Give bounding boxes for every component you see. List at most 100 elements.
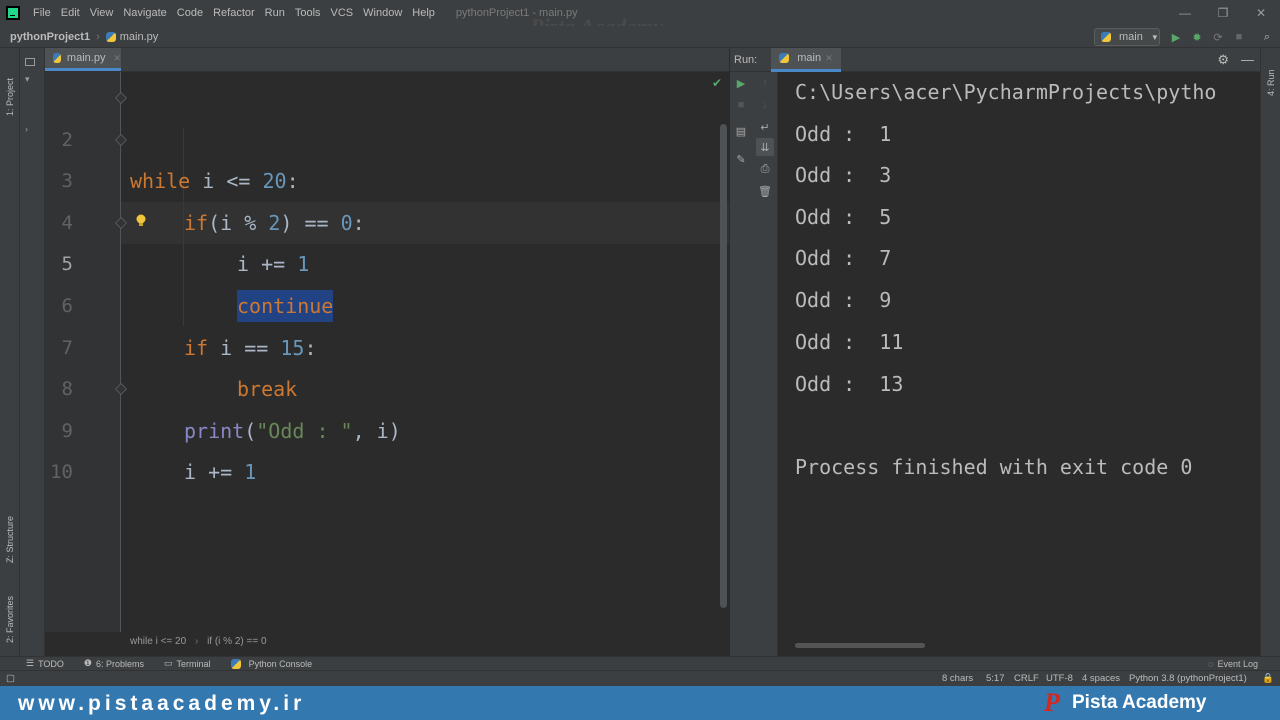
menu-file[interactable]: File: [28, 7, 56, 19]
gear-icon[interactable]: ⚙: [1217, 52, 1229, 68]
menu-navigate[interactable]: Navigate: [118, 7, 171, 19]
minimize-panel-icon[interactable]: —: [1241, 52, 1254, 67]
arrow-up-icon[interactable]: ↑: [756, 74, 774, 92]
soft-wrap-icon[interactable]: ↵: [756, 118, 774, 136]
print-icon[interactable]: ⎙: [756, 160, 774, 178]
code-line: 4 i += 1: [45, 161, 729, 277]
debug-icon[interactable]: ✹: [1188, 28, 1206, 46]
pin-icon[interactable]: ✎: [732, 150, 750, 168]
python-console-tab[interactable]: Python Console: [230, 658, 313, 669]
inspection-ok-icon[interactable]: ✔: [712, 76, 722, 90]
run-toolbar: ▶ ↑ ■ ↓ ▤ ↵ ⇊ ✎ ⎙ 🗑: [730, 72, 778, 656]
event-log-icon: ◌: [1208, 658, 1214, 669]
lock-icon[interactable]: 🔒: [1262, 673, 1274, 684]
todo-tab-label: TODO: [38, 658, 64, 669]
console-line: Process finished with exit code 0: [795, 455, 1193, 479]
list-icon: ☰: [26, 658, 35, 668]
caret-position[interactable]: 5:17: [986, 673, 1005, 684]
run-console-output[interactable]: C:\Users\acer\PycharmProjects\pytho Odd …: [778, 72, 1260, 656]
python-interpreter[interactable]: Python 3.8 (pythonProject1): [1129, 673, 1247, 684]
brand-logo-icon: P: [1044, 688, 1060, 717]
console-line: Odd : 5: [795, 205, 892, 229]
layout-icon[interactable]: ▤: [732, 122, 750, 140]
python-icon: [230, 658, 241, 669]
close-tab-icon[interactable]: ✕: [825, 53, 833, 64]
tab-main-py[interactable]: main.py ✕: [45, 48, 121, 71]
menu-run[interactable]: Run: [260, 7, 290, 19]
rerun-icon[interactable]: ▶: [732, 74, 750, 92]
code-line: 5 continue: [45, 203, 729, 322]
menu-view[interactable]: View: [85, 7, 119, 19]
code-line: 2 while i <= 20:: [45, 78, 729, 194]
menu-window[interactable]: Window: [358, 7, 407, 19]
code-text: i += 1: [184, 452, 256, 494]
editor-scrollbar[interactable]: [720, 124, 727, 608]
menu-vcs[interactable]: VCS: [326, 7, 359, 19]
breadcrumb-item[interactable]: if (i % 2) == 0: [207, 636, 266, 647]
console-horizontal-scrollbar[interactable]: [795, 643, 925, 648]
code-editor[interactable]: 2 while i <= 20: 3 if(i % 2) == 0: 4 i +…: [45, 72, 729, 632]
terminal-tab-label: Terminal: [176, 658, 211, 669]
stop-icon[interactable]: ■: [1230, 28, 1248, 46]
menu-tools[interactable]: Tools: [290, 7, 326, 19]
run-tool-tab[interactable]: 4: Run: [1266, 56, 1276, 96]
python-console-tab-label: Python Console: [248, 658, 313, 669]
console-line: Odd : 13: [795, 372, 904, 396]
minimize-button[interactable]: —: [1166, 0, 1204, 26]
menu-code[interactable]: Code: [172, 7, 208, 19]
event-log-label: Event Log: [1217, 658, 1258, 669]
favorites-tool-tab[interactable]: 2: Favorites: [5, 583, 15, 643]
code-line: 3 if(i % 2) == 0:: [45, 120, 729, 235]
run-label: Run:: [734, 53, 758, 66]
menu-help[interactable]: Help: [407, 7, 440, 19]
panel-toggle-icon[interactable]: ▢: [6, 673, 15, 684]
project-tool-tab[interactable]: 1: Project: [5, 56, 15, 116]
selection-count: 8 chars: [942, 673, 974, 684]
arrow-down-icon[interactable]: ↓: [756, 96, 774, 114]
console-line: C:\Users\acer\PycharmProjects\pytho: [795, 80, 1217, 104]
code-token: 1: [244, 460, 257, 485]
coverage-icon[interactable]: ⟳: [1209, 28, 1227, 46]
terminal-tab[interactable]: ▭ Terminal: [164, 658, 211, 669]
stop-icon[interactable]: ■: [732, 96, 750, 114]
file-encoding[interactable]: UTF-8: [1046, 673, 1073, 684]
run-panel-header: Run: main ✕ ⚙ —: [730, 47, 1280, 72]
menu-edit[interactable]: Edit: [56, 7, 85, 19]
chevron-right-icon: ›: [96, 30, 100, 43]
lightbulb-icon[interactable]: [135, 214, 147, 228]
run-config-label: main: [1119, 31, 1143, 43]
menu-refactor[interactable]: Refactor: [208, 7, 260, 19]
python-icon: [1101, 32, 1111, 42]
run-config-select[interactable]: main ▼: [1094, 28, 1160, 46]
run-icon[interactable]: ▶: [1167, 28, 1185, 46]
breadcrumb-item[interactable]: while i <= 20: [130, 636, 186, 647]
trash-icon[interactable]: 🗑: [756, 182, 774, 200]
problems-tab[interactable]: ❶ 6: Problems: [84, 658, 144, 669]
watermark-banner: www.pistaacademy.ir P Pista Academy: [0, 686, 1280, 720]
code-token: i +=: [184, 460, 245, 485]
expand-icon[interactable]: ▾: [25, 74, 30, 85]
structure-tool-tab[interactable]: Z: Structure: [5, 503, 15, 563]
indent-setting[interactable]: 4 spaces: [1082, 673, 1120, 684]
chevron-right-icon[interactable]: ›: [25, 124, 28, 134]
run-tab-main[interactable]: main ✕: [771, 47, 841, 72]
maximize-button[interactable]: ❐: [1204, 0, 1242, 26]
search-icon[interactable]: ⌕: [1258, 28, 1276, 46]
scroll-to-end-icon[interactable]: ⇊: [756, 138, 774, 156]
navigation-bar: pythonProject1 › main.py: [0, 26, 1280, 48]
line-number: 10: [50, 461, 73, 484]
window-layout-icon[interactable]: [25, 58, 35, 66]
python-icon: [779, 53, 790, 63]
breadcrumb-project[interactable]: pythonProject1: [0, 31, 90, 43]
todo-tab[interactable]: ☰ TODO: [26, 658, 64, 669]
status-bar: ▢ 8 chars 5:17 CRLF UTF-8 4 spaces Pytho…: [0, 670, 1280, 686]
line-separator[interactable]: CRLF: [1014, 673, 1039, 684]
close-button[interactable]: ✕: [1242, 0, 1280, 26]
event-log-tab[interactable]: ◌ Event Log: [1208, 659, 1258, 669]
breadcrumb-file[interactable]: main.py: [120, 31, 159, 43]
editor-tab-bar: main.py ✕: [45, 48, 729, 72]
close-tab-icon[interactable]: ✕: [113, 53, 121, 64]
problems-tab-label: 6: Problems: [96, 658, 145, 669]
python-file-icon: [105, 31, 116, 42]
code-line: 7 break: [45, 286, 729, 402]
